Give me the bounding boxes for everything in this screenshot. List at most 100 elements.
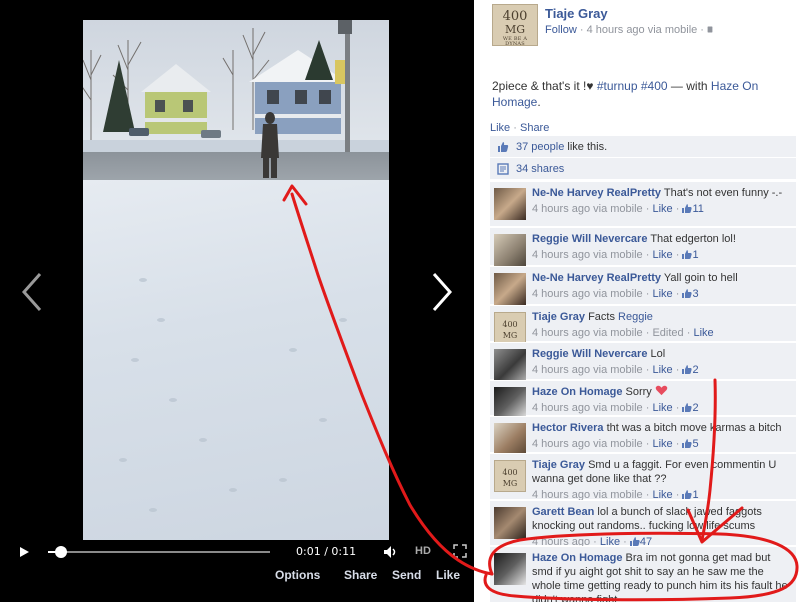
comment-item: Garett Bean lol a bunch of slack jawed f… bbox=[490, 500, 796, 548]
comment-item: Haze On Homage Sorry 4 hours ago via mob… bbox=[490, 380, 796, 419]
comment-item: Haze On Homage Bra im not gonna get mad … bbox=[490, 546, 796, 602]
options-button[interactable]: Options bbox=[275, 568, 320, 582]
commenter-avatar[interactable] bbox=[494, 188, 526, 220]
shares-count-link[interactable]: 34 shares bbox=[516, 163, 564, 175]
engagement-summary: 37 people like this. 34 shares bbox=[490, 136, 796, 180]
like-button[interactable]: Like bbox=[436, 568, 460, 582]
comment-item: Hector Rivera tht was a bitch move karma… bbox=[490, 416, 796, 455]
video-time: 0:01 / 0:11 bbox=[296, 545, 357, 558]
comment-meta: 4 hours ago via mobile · Like · 2 bbox=[532, 364, 699, 376]
comment-like-link[interactable]: Like bbox=[652, 288, 672, 300]
seek-handle[interactable] bbox=[55, 546, 68, 558]
thumbs-up-icon bbox=[682, 289, 693, 298]
comment-text: Facts bbox=[588, 311, 615, 323]
thumbs-up-icon bbox=[682, 403, 693, 412]
likes-count-link[interactable]: 37 people bbox=[516, 141, 564, 153]
comment-item: Reggie Will Nevercare That edgerton lol!… bbox=[490, 227, 796, 266]
mention-link[interactable]: Reggie bbox=[618, 311, 653, 323]
comment-like-count[interactable]: 5 bbox=[682, 438, 699, 450]
comment-author[interactable]: Haze On Homage bbox=[532, 386, 622, 398]
volume-icon[interactable] bbox=[383, 545, 399, 559]
comment-item: Ne-Ne Harvey RealPretty Yall goin to hel… bbox=[490, 266, 796, 305]
comment-like-count[interactable]: 11 bbox=[682, 203, 704, 215]
share-button[interactable]: Share bbox=[344, 568, 377, 582]
comment-meta: 4 hours ago via mobile · Like · 11 bbox=[532, 203, 704, 215]
follow-link[interactable]: Follow bbox=[545, 24, 577, 36]
hd-toggle[interactable]: HD bbox=[415, 545, 431, 557]
seek-bar[interactable] bbox=[48, 551, 270, 553]
thumbs-up-icon bbox=[682, 250, 693, 259]
commenter-avatar[interactable] bbox=[494, 553, 526, 585]
comment-like-link[interactable]: Like bbox=[652, 402, 672, 414]
comment-like-count[interactable]: 2 bbox=[682, 402, 699, 414]
comment-author[interactable]: Hector Rivera bbox=[532, 422, 604, 434]
post-sidebar: 400 MG WE BE A DYNAS Tiaje Gray Follow ·… bbox=[474, 0, 800, 602]
comment-text: tht was a bitch move karmas a bitch bbox=[606, 422, 782, 434]
comment-like-link[interactable]: Like bbox=[652, 203, 672, 215]
comment-item: Reggie Will Nevercare Lol 4 hours ago vi… bbox=[490, 342, 796, 381]
post-like-link[interactable]: Like bbox=[490, 122, 510, 134]
fullscreen-icon[interactable] bbox=[453, 544, 467, 558]
comment-author[interactable]: Reggie Will Nevercare bbox=[532, 233, 647, 245]
thumbs-up-icon bbox=[498, 142, 509, 152]
share-icon bbox=[497, 163, 509, 175]
comment-text: That's not even funny -.- bbox=[663, 187, 783, 199]
commenter-avatar[interactable] bbox=[494, 273, 526, 305]
thumbs-up-icon bbox=[629, 537, 640, 546]
video-controls: 0:01 / 0:11 HD bbox=[0, 540, 474, 564]
commenter-avatar[interactable]: 400 MG bbox=[494, 460, 526, 492]
photo-action-bar: Options Share Send Like bbox=[0, 565, 474, 585]
comment-text: Sorry bbox=[625, 386, 652, 398]
commenter-avatar[interactable] bbox=[494, 234, 526, 266]
comment-like-count[interactable]: 3 bbox=[682, 288, 699, 300]
thumbs-up-icon bbox=[682, 204, 693, 213]
video-frame[interactable] bbox=[83, 20, 389, 540]
commenter-avatar[interactable] bbox=[494, 423, 526, 455]
thumbs-up-icon bbox=[682, 365, 693, 374]
comment-meta: 4 hours ago via mobile · Edited · Like bbox=[532, 327, 714, 339]
post-share-link[interactable]: Share bbox=[520, 122, 549, 134]
comment-text: Yall goin to hell bbox=[663, 272, 738, 284]
comment-author[interactable]: Ne-Ne Harvey RealPretty bbox=[532, 187, 661, 199]
comment-author[interactable]: Haze On Homage bbox=[532, 552, 622, 564]
likes-row: 37 people like this. bbox=[490, 136, 796, 158]
comment-like-count[interactable]: 2 bbox=[682, 364, 699, 376]
comment-meta: 4 hours ago via mobile · Like · 2 bbox=[532, 402, 699, 414]
comment-like-link[interactable]: Like bbox=[652, 249, 672, 261]
post-meta: Follow · 4 hours ago via mobile · bbox=[545, 24, 713, 36]
commenter-avatar[interactable] bbox=[494, 507, 526, 539]
next-arrow-icon[interactable] bbox=[430, 272, 454, 312]
post-status: 2piece & that's it !♥ #turnup #400 — wit… bbox=[492, 79, 759, 109]
hashtag-turnup[interactable]: #turnup bbox=[597, 79, 638, 93]
hashtag-400[interactable]: #400 bbox=[641, 79, 668, 93]
video-stage: 0:01 / 0:11 HD Options Share Send Like bbox=[0, 0, 474, 602]
comment-like-link[interactable]: Like bbox=[652, 364, 672, 376]
comment-item: Ne-Ne Harvey RealPretty That's not even … bbox=[490, 181, 796, 226]
comment-like-count[interactable]: 1 bbox=[682, 249, 699, 261]
post-like-share: Like · Share bbox=[490, 122, 550, 134]
send-button[interactable]: Send bbox=[392, 568, 421, 582]
commenter-avatar[interactable] bbox=[494, 387, 526, 419]
comment-author[interactable]: Tiaje Gray bbox=[532, 311, 585, 323]
photo-viewer: 0:01 / 0:11 HD Options Share Send Like 4… bbox=[0, 0, 800, 602]
commenter-avatar[interactable] bbox=[494, 349, 526, 381]
comment-author[interactable]: Tiaje Gray bbox=[532, 459, 585, 471]
comment-like-link[interactable]: Like bbox=[652, 438, 672, 450]
mobile-icon bbox=[707, 26, 713, 33]
comment-meta: 4 hours ago via mobile · Like · 3 bbox=[532, 288, 699, 300]
comment-author[interactable]: Garett Bean bbox=[532, 506, 594, 518]
video-foreground bbox=[119, 112, 347, 512]
play-icon[interactable] bbox=[18, 546, 30, 558]
poster-name[interactable]: Tiaje Gray bbox=[545, 6, 608, 21]
comment-meta: 4 hours ago via mobile · Like · 1 bbox=[532, 249, 699, 261]
comment-item: 400 MG Tiaje Gray Smd u a faggit. For eve… bbox=[490, 453, 796, 501]
poster-avatar[interactable]: 400 MG WE BE A DYNAS bbox=[492, 4, 538, 47]
comment-item: 400 MG Tiaje Gray Facts Reggie 4 hours ag… bbox=[490, 305, 796, 344]
comment-author[interactable]: Reggie Will Nevercare bbox=[532, 348, 647, 360]
comment-meta: 4 hours ago via mobile · Like · 5 bbox=[532, 438, 699, 450]
thumbs-up-icon bbox=[682, 439, 693, 448]
commenter-avatar[interactable]: 400 MG bbox=[494, 312, 526, 344]
previous-arrow-icon[interactable] bbox=[20, 272, 44, 312]
comment-author[interactable]: Ne-Ne Harvey RealPretty bbox=[532, 272, 661, 284]
comment-like-link[interactable]: Like bbox=[693, 327, 713, 339]
